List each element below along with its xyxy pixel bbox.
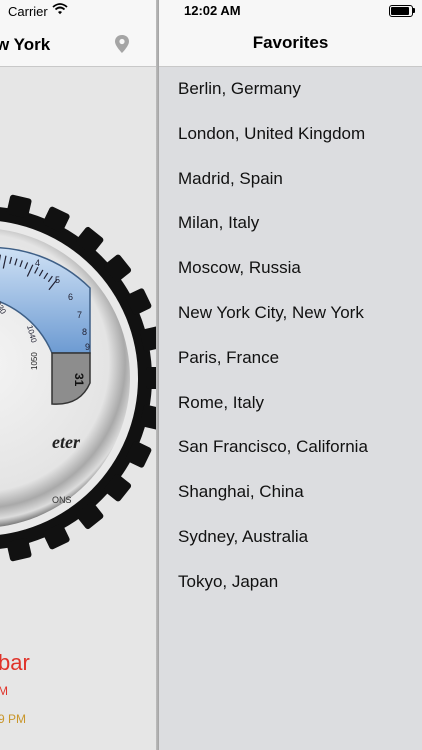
favorite-city-item[interactable]: Rome, Italy	[159, 381, 422, 426]
favorites-navigation-bar: 12:02 AM Favorites	[159, 0, 422, 67]
scale-label: 5	[55, 275, 60, 285]
scale-label: 8	[82, 327, 87, 337]
left-location-title: w York	[0, 35, 51, 54]
scale-label: 6	[68, 292, 73, 302]
favorite-city-item[interactable]: Shanghai, China	[159, 470, 422, 515]
favorite-city-item[interactable]: Moscow, Russia	[159, 246, 422, 291]
favorites-panel: 12:02 AM Favorites Berlin, Germany Londo…	[159, 0, 422, 750]
scale-label: 4	[35, 258, 40, 268]
favorite-city-item[interactable]: Sydney, Australia	[159, 515, 422, 560]
battery-tip	[413, 8, 415, 13]
brand-text: eter	[52, 432, 81, 452]
favorites-list: Berlin, Germany London, United Kingdom M…	[159, 67, 422, 605]
favorite-city-item[interactable]: Tokyo, Japan	[159, 560, 422, 605]
favorite-city-item[interactable]: San Francisco, California	[159, 425, 422, 470]
counter-value: 31	[72, 373, 86, 387]
favorite-city-item[interactable]: Madrid, Spain	[159, 157, 422, 202]
conditions-text: ONS	[52, 495, 72, 505]
favorite-city-item[interactable]: Paris, France	[159, 336, 422, 381]
barometer-panel: 4 5 6 7 8 9 030 1040 1050 31 eter ONS Ca…	[0, 0, 158, 750]
wifi-icon	[52, 3, 68, 15]
left-navigation-bar: Carrier w York	[0, 0, 158, 67]
scale-label: 9	[85, 342, 90, 352]
scale-label: 7	[77, 310, 82, 320]
battery-icon	[389, 5, 413, 17]
readout-subtext: M	[0, 684, 8, 698]
pressure-readout: bar	[0, 650, 30, 675]
favorite-city-item[interactable]: Berlin, Germany	[159, 67, 422, 112]
favorite-city-item[interactable]: New York City, New York	[159, 291, 422, 336]
carrier-label: Carrier	[8, 4, 48, 19]
location-pin-icon[interactable]	[114, 34, 130, 54]
scale-number: 1050	[30, 352, 39, 370]
update-time-text: 9 PM	[0, 712, 27, 726]
favorite-city-item[interactable]: Milan, Italy	[159, 201, 422, 246]
favorite-city-item[interactable]: London, United Kingdom	[159, 112, 422, 157]
status-time: 12:02 AM	[184, 3, 241, 18]
barometer-gauge: 4 5 6 7 8 9 030 1040 1050 31 eter ONS	[0, 194, 158, 562]
page-title: Favorites	[252, 33, 329, 52]
